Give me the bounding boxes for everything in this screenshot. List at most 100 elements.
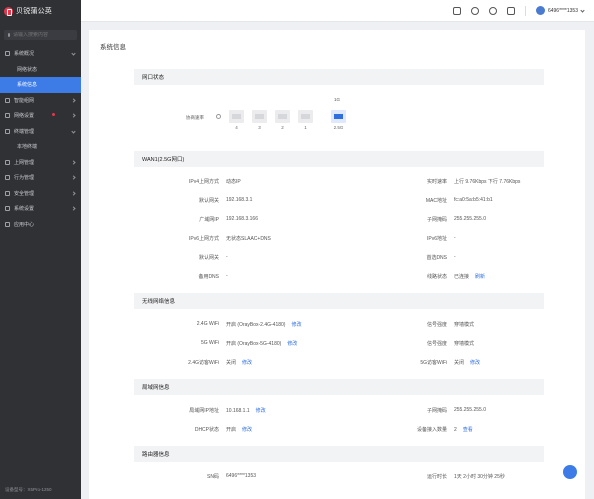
phone-icon[interactable] [452,6,461,15]
row-value: 上行 9.76Kbps 下行 7.76Kbps [454,179,521,185]
row-key: 5G访客WiFi [420,360,447,366]
sidebar-item-network-status[interactable]: 网络状态 [0,62,81,78]
row-key: 2.4G WiFi [196,321,219,327]
avatar [535,6,545,15]
port-2 [275,110,290,123]
notification-dot [52,113,55,116]
row-key: 备用DNS [198,274,219,280]
sidebar-item-internet-management[interactable]: 上网管理 [0,155,81,171]
chevron-right-icon [71,160,76,165]
user-name: 6496****1353 [547,7,578,14]
sidebar-item-smart-network[interactable]: 智能组网 [0,93,81,109]
lan-ip: 10.168.1.1 [226,408,250,414]
sidebar-item-system-overview[interactable]: 系统概况 [0,46,81,62]
main-panel: 系统信息 网口状态 协商速率 1G 4 3 2 1 2.5G WAN1(2.5G… [89,30,585,499]
edit-link[interactable]: 修改 [242,360,252,366]
info-row: 备用DNS - 线路状态 已连接 刷新 [134,273,544,283]
row-value: fc:a0:5a:b5:41:b1 [454,197,493,203]
logo[interactable]: 贝锐蒲公英 [0,0,81,22]
sidebar-item-label: 网络状态 [17,66,38,73]
chevron-right-icon [71,175,76,180]
section-lan: 局域网信息 [134,379,544,395]
edit-link[interactable]: 修改 [291,322,301,328]
info-row: 5G WiFi 开启 (OrayBox-5G-4180) 修改 信号强度 穿墙模式 [134,340,544,350]
row-value: - [454,254,456,260]
info-row: 2.4G访客WiFi 关闭 修改 5G访客WiFi 关闭 修改 [134,359,544,369]
section-wan: WAN1(2.5G网口) [134,151,544,167]
row-key: 2.4G访客WiFi [188,360,219,366]
sidebar-item-label: 智能组网 [14,97,35,104]
port-label: 4 [235,125,238,130]
row-key: IPv6上网方式 [188,236,219,242]
row-value: 开启 (OrayBox-5G-4180) 修改 [226,340,297,347]
row-key: 局域网IP地址 [189,408,219,414]
chevron-down-icon [580,8,585,13]
sidebar-item-system-info[interactable]: 系统信息 [0,77,81,93]
sidebar-item-label: 行为管理 [14,175,35,182]
terminal-icon [5,128,10,134]
row-value: 关闭 修改 [454,359,480,366]
row-value: 动态IP [226,179,241,185]
edit-link[interactable]: 修改 [470,360,480,366]
row-key: 设备接入数量 [416,427,447,433]
info-row: IPv4上网方式 动态IP 实时速率 上行 9.76Kbps 下行 7.76Kb… [134,178,544,188]
row-value: 6496****1353 [226,473,257,479]
sidebar-item-app-center[interactable]: 应用中心 [0,217,81,233]
chevron-down-icon [71,129,76,134]
sidebar-item-label: 系统设置 [14,206,35,213]
sidebar-item-security-management[interactable]: 安全管理 [0,186,81,202]
section-port-status: 网口状态 [134,69,544,85]
sidebar-item-label: 上网管理 [14,159,35,166]
port-4 [229,110,244,123]
sidebar-item-terminal-management[interactable]: 终端管理 [0,124,81,140]
help-icon[interactable] [216,114,221,119]
headset-icon[interactable] [470,6,479,15]
chevron-down-icon [71,51,76,56]
internet-icon [5,159,10,165]
section-wireless: 无线网络信息 [134,293,544,309]
row-key: IPv4上网方式 [188,179,219,185]
info-row: IPv6上网方式 无状态SLAAC+DNS IPv6地址 - [134,235,544,245]
refresh-link[interactable]: 刷新 [475,274,485,280]
active-port-speed: 1G [334,97,341,102]
chevron-right-icon [71,206,76,211]
line-status: 已连接 [454,274,470,280]
port-speed-label: 协商速率 [186,115,204,120]
download-icon[interactable] [506,6,515,15]
edit-link[interactable]: 修改 [256,408,266,414]
row-key: 5G WiFi [200,340,219,346]
guest-5g-status: 关闭 [454,360,465,366]
sidebar-nav: 系统概况 网络状态 系统信息 智能组网 网络设置 终端管理 本地终端 上网管理 … [0,46,81,232]
wifi-5g-status: 开启 (OrayBox-5G-4180) [226,341,282,347]
page-title: 系统信息 [100,44,126,51]
gear-icon [5,206,10,212]
port-label: 3 [258,125,261,130]
edit-link[interactable]: 修改 [242,427,252,433]
sidebar-search[interactable] [4,30,79,40]
edit-link[interactable]: 修改 [287,341,297,347]
sidebar-item-system-settings[interactable]: 系统设置 [0,201,81,217]
search-input[interactable] [13,32,79,38]
row-key: 运行时长 [426,474,447,480]
port-label: 2 [281,125,284,130]
sidebar-item-network-settings[interactable]: 网络设置 [0,108,81,124]
support-fab[interactable] [563,465,577,479]
row-key: MAC地址 [425,198,447,204]
sidebar-item-local-terminal[interactable]: 本地终端 [0,139,81,155]
row-key: 线路状态 [426,274,447,280]
chevron-right-icon [71,98,76,103]
bell-icon[interactable] [488,6,497,15]
sidebar-item-behavior-management[interactable]: 行为管理 [0,170,81,186]
row-key: 广域网IP [199,217,219,223]
row-key: 子网掩码 [426,408,447,414]
row-value: - [226,254,228,260]
row-value: 开启 修改 [226,426,252,433]
user-menu[interactable]: 6496****1353 [535,6,585,15]
section-router: 路由器信息 [134,446,544,462]
sidebar-item-label: 终端管理 [14,128,35,135]
chevron-right-icon [71,191,76,196]
port-label: 2.5G [333,125,344,130]
info-row: SN码 6496****1353 运行时长 1天 2小时 30分钟 25秒 [134,473,544,483]
view-link[interactable]: 查看 [463,427,473,433]
info-row: 2.4G WiFi 开启 (OrayBox-2.4G-4180) 修改 信号强度 … [134,321,544,331]
